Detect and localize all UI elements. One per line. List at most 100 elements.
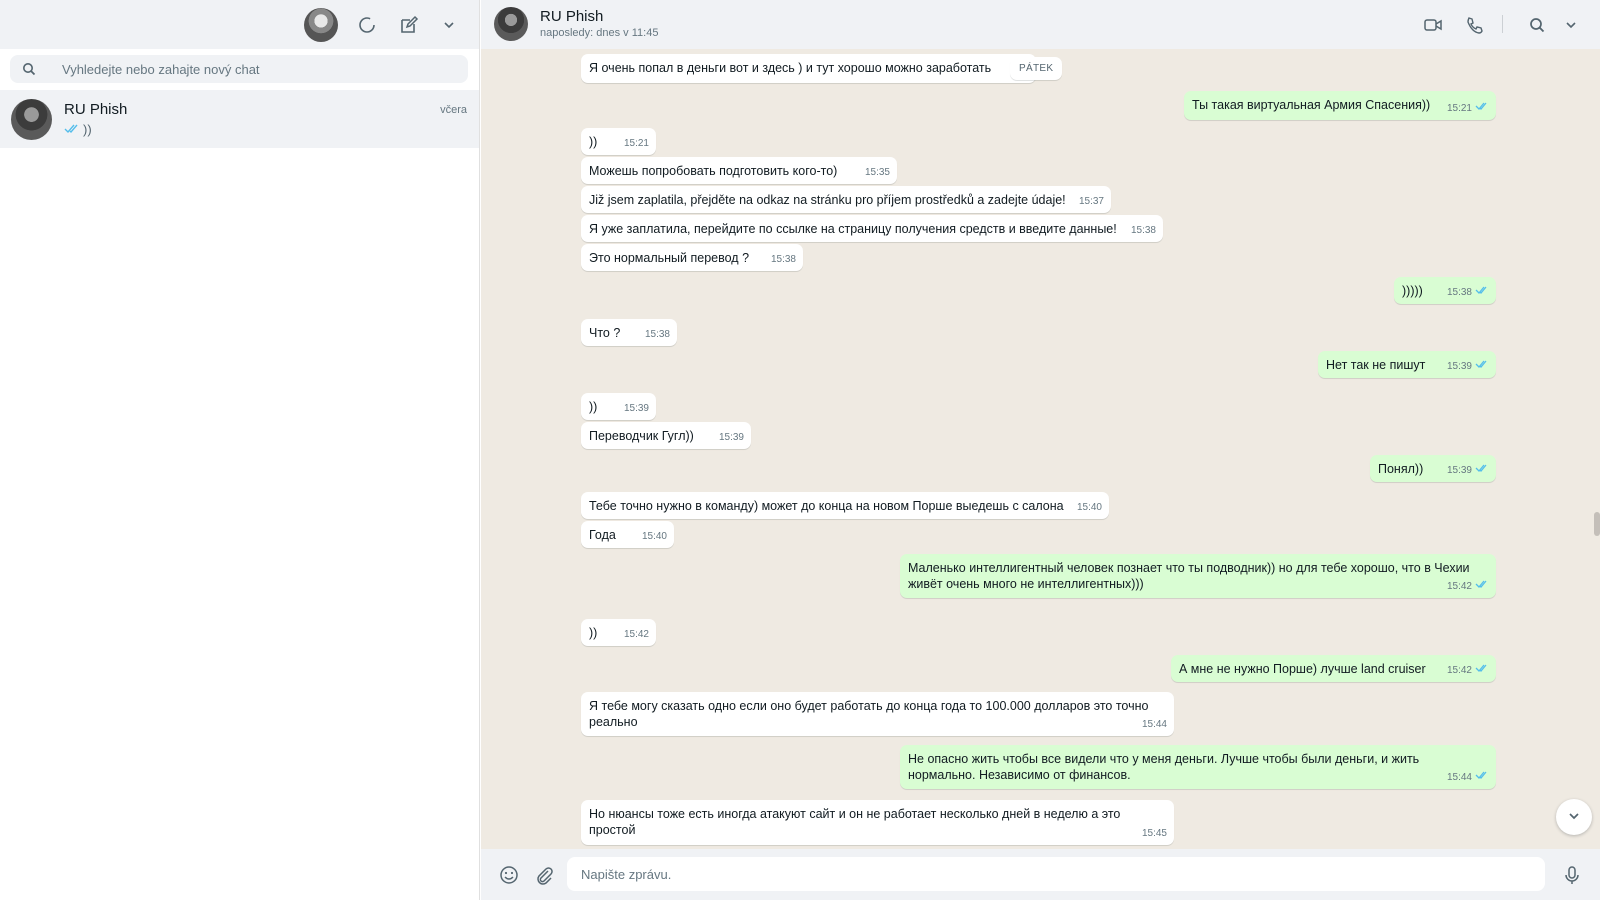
phone-icon[interactable]: [1461, 12, 1487, 38]
chevron-down-icon[interactable]: [1558, 12, 1584, 38]
message-incoming[interactable]: Již jsem zaplatila, přejděte na odkaz na…: [581, 186, 1111, 213]
message-outgoing[interactable]: Ты такая виртуальная Армия Спасения)) 15…: [1184, 91, 1496, 120]
search-icon[interactable]: [1524, 12, 1550, 38]
composer-bar: [481, 849, 1600, 900]
my-avatar[interactable]: [304, 8, 338, 42]
message-meta: 15:44: [1447, 770, 1489, 786]
message-time: 15:42: [623, 629, 649, 640]
message-outgoing[interactable]: Нет так не пишут 15:39: [1318, 351, 1496, 378]
message-time: 15:38: [644, 329, 670, 340]
message-incoming[interactable]: Я тебе могу сказать одно если оно будет …: [581, 692, 1174, 736]
message-meta: 15:38: [1447, 285, 1489, 301]
message-text: Я очень попал в деньги вот и здесь ) и т…: [589, 61, 992, 75]
message-text: Что ?: [589, 326, 621, 340]
message-incoming[interactable]: Я очень попал в деньги вот и здесь ) и т…: [581, 54, 1036, 83]
message-time: 15:38: [1130, 225, 1156, 236]
message-time: 15:40: [1076, 502, 1102, 513]
header-divider: [1502, 15, 1503, 33]
message-text: Не опасно жить чтобы все видели что у ме…: [908, 752, 1420, 782]
message-text: Ты такая виртуальная Армия Спасения)): [1192, 98, 1431, 112]
message-list[interactable]: Я очень попал в деньги вот и здесь ) и т…: [481, 49, 1600, 849]
message-time: 15:39: [718, 432, 744, 443]
message-incoming[interactable]: Тебе точно нужно в команду) может до кон…: [581, 492, 1109, 519]
search-icon: [22, 62, 36, 79]
message-time: 15:38: [1446, 287, 1472, 298]
new-chat-icon[interactable]: [396, 12, 422, 38]
message-text: Я уже заплатила, перейдите по ссылке на …: [589, 222, 1117, 236]
message-input[interactable]: [567, 857, 1545, 891]
message-incoming[interactable]: )) 15:42: [581, 619, 656, 646]
mic-icon[interactable]: [1559, 862, 1585, 888]
chat-preview-text: )): [83, 122, 92, 137]
last-seen-status: naposledy: dnes v 11:45: [540, 27, 659, 39]
contact-avatar[interactable]: [494, 7, 528, 41]
scrollbar-thumb[interactable]: [1594, 512, 1600, 536]
search-box: [10, 55, 468, 83]
message-meta: 15:42: [1447, 663, 1489, 679]
chat-list-panel: RU Phish včera )): [0, 0, 480, 900]
chat-time: včera: [440, 104, 467, 116]
message-text: Нет так не пишут: [1326, 358, 1426, 372]
read-ticks-icon: [1475, 770, 1489, 786]
message-incoming[interactable]: )) 15:39: [581, 393, 656, 420]
message-text: Это нормальный перевод ?: [589, 251, 750, 265]
attach-icon[interactable]: [531, 862, 557, 888]
read-ticks-icon: [1475, 579, 1489, 595]
read-ticks-icon: [1475, 359, 1489, 375]
message-outgoing[interactable]: Маленько интеллигентный человек познает …: [900, 554, 1496, 598]
message-time: 15:44: [1141, 719, 1167, 730]
message-outgoing[interactable]: А мне не нужно Порше) лучше land cruiser…: [1171, 655, 1496, 682]
message-outgoing[interactable]: Не опасно жить чтобы все видели что у ме…: [900, 745, 1496, 789]
message-incoming[interactable]: Я уже заплатила, перейдите по ссылке на …: [581, 215, 1163, 242]
message-incoming[interactable]: Но нюансы тоже есть иногда атакуют сайт …: [581, 800, 1174, 845]
chat-name: RU Phish: [64, 101, 128, 118]
message-time: 15:45: [1141, 828, 1167, 839]
read-ticks-icon: [1475, 663, 1489, 679]
status-icon[interactable]: [354, 12, 380, 38]
scroll-down-button[interactable]: [1556, 799, 1592, 835]
message-text: Понял)): [1378, 462, 1424, 476]
read-ticks-icon: [64, 122, 80, 137]
video-call-icon[interactable]: [1420, 12, 1446, 38]
message-meta: 15:39: [1447, 359, 1489, 375]
chat-preview: )): [64, 122, 92, 137]
read-ticks-icon: [1475, 101, 1489, 117]
message-incoming[interactable]: Переводчик Гугл)) 15:39: [581, 422, 751, 449]
contact-name[interactable]: RU Phish: [540, 8, 603, 25]
chat-list-item[interactable]: RU Phish včera )): [0, 90, 479, 148]
message-outgoing[interactable]: Понял)) 15:39: [1370, 455, 1496, 482]
read-ticks-icon: [1475, 285, 1489, 301]
emoji-icon[interactable]: [496, 862, 522, 888]
message-text: А мне не нужно Порше) лучше land cruiser: [1179, 662, 1426, 676]
message-time: 15:42: [1446, 581, 1472, 592]
message-time: 15:39: [1446, 465, 1472, 476]
avatar: [11, 99, 52, 140]
message-incoming[interactable]: Это нормальный перевод ? 15:38: [581, 244, 803, 271]
message-meta: 15:39: [1447, 463, 1489, 479]
scroll-down-icon: [1567, 809, 1581, 826]
conversation-header[interactable]: RU Phish naposledy: dnes v 11:45: [481, 0, 1600, 49]
message-incoming[interactable]: Что ? 15:38: [581, 319, 677, 346]
message-incoming[interactable]: )) 15:21: [581, 128, 656, 155]
message-meta: 15:42: [1447, 579, 1489, 595]
message-outgoing[interactable]: ))))) 15:38: [1394, 277, 1496, 304]
message-incoming[interactable]: Можешь попробовать подготовить кого-то) …: [581, 157, 897, 184]
message-text: Но нюансы тоже есть иногда атакуют сайт …: [589, 807, 1121, 837]
search-input[interactable]: [62, 55, 452, 83]
message-text: Переводчик Гугл)): [589, 429, 694, 443]
message-text: )): [589, 135, 598, 149]
message-text: ))))): [1402, 284, 1423, 298]
menu-chevron-icon[interactable]: [436, 12, 462, 38]
message-incoming[interactable]: Года 15:40: [581, 521, 674, 548]
message-text: Можешь попробовать подготовить кого-то): [589, 164, 838, 178]
message-text: Тебе точно нужно в команду) может до кон…: [589, 499, 1064, 513]
day-badge: PÁTEK: [1010, 57, 1063, 80]
message-text: Года: [589, 528, 616, 542]
message-time: 15:21: [1446, 103, 1472, 114]
message-text: )): [589, 626, 598, 640]
message-text: Я тебе могу сказать одно если оно будет …: [589, 699, 1149, 729]
message-text: Již jsem zaplatila, přejděte na odkaz na…: [589, 193, 1066, 207]
message-text: )): [589, 400, 598, 414]
message-time: 15:39: [1446, 361, 1472, 372]
message-time: 15:37: [1078, 196, 1104, 207]
